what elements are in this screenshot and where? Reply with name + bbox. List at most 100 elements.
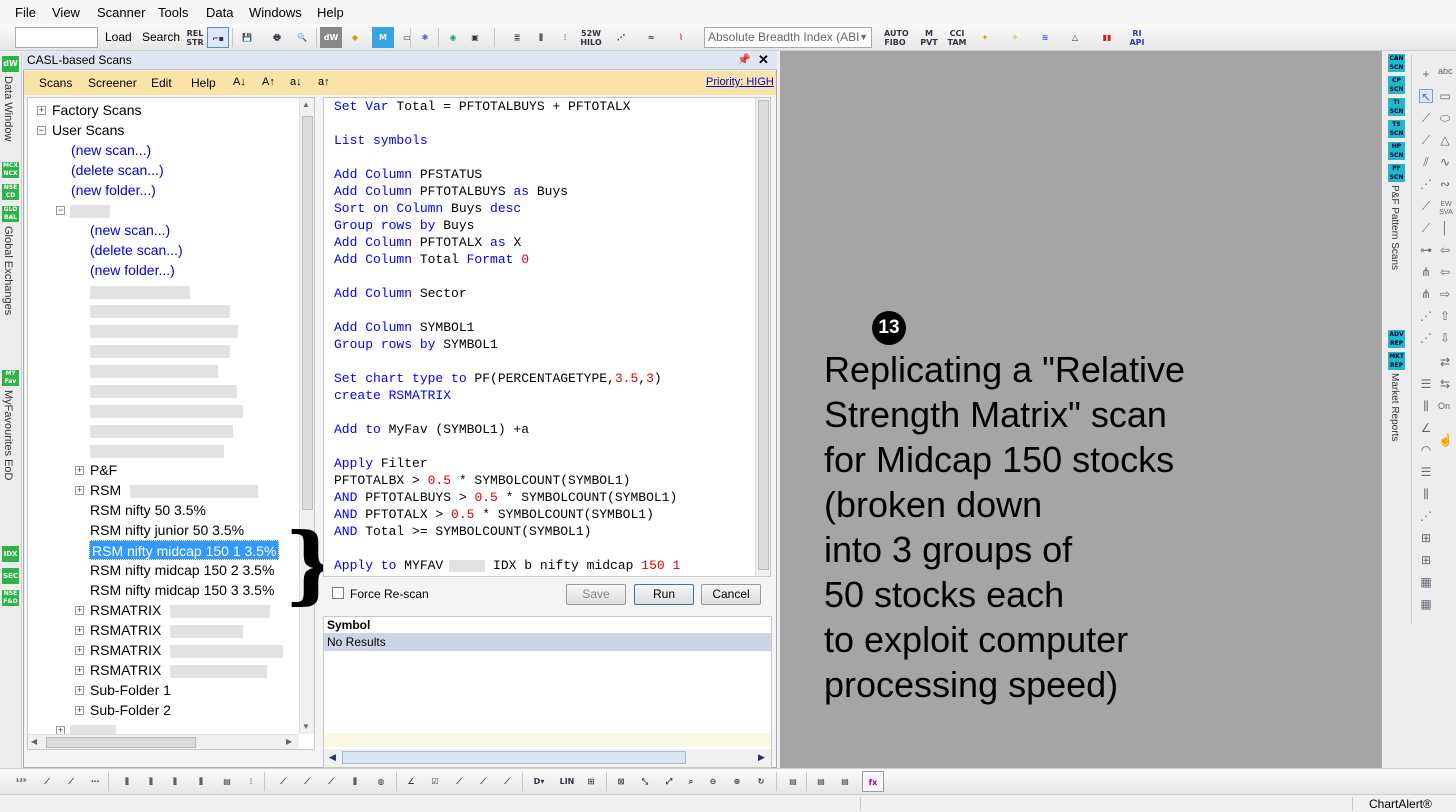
gann-tool-icon[interactable]: ⋰ <box>1419 309 1433 323</box>
table-tool-icon[interactable]: ▦ <box>1419 575 1433 589</box>
tree-hscrollbar[interactable]: ◀ ▶ <box>28 734 299 749</box>
idx-badge[interactable]: IDX <box>2 546 19 562</box>
sec-badge[interactable]: SEC <box>2 568 19 584</box>
bar-chart-icon[interactable]: ⫼ <box>530 27 552 48</box>
collapse-icon[interactable]: − <box>37 126 46 135</box>
ti-scn-badge[interactable]: TI SCN <box>1388 98 1405 116</box>
load-button[interactable]: Load <box>105 30 132 44</box>
run-button[interactable]: Run <box>634 584 694 605</box>
tool-hl-icon[interactable]: ⫶ <box>240 771 262 792</box>
tree-rsm-nifty-50[interactable]: RSM nifty 50 3.5% <box>90 500 206 520</box>
speed-tool-icon[interactable]: ☰ <box>1419 465 1433 479</box>
tool-notes-icon[interactable]: ▤ <box>782 771 804 792</box>
box-tool-icon[interactable]: ⊞ <box>1419 553 1433 567</box>
tree-pf[interactable]: P&F <box>90 460 117 480</box>
market-reports-tab[interactable]: Market Reports <box>1389 373 1400 441</box>
pin-icon[interactable]: 📌 <box>737 53 751 66</box>
mkt-rep-badge[interactable]: MKT REP <box>1388 352 1405 370</box>
on-tool-icon[interactable]: On <box>1438 401 1450 411</box>
ma-icon[interactable]: ⋰ <box>610 27 632 48</box>
arrow-up-tool-icon[interactable]: ⇧ <box>1438 309 1452 323</box>
diamond-icon[interactable]: ◆ <box>344 27 366 48</box>
crosshair-tool-icon[interactable]: + <box>1419 67 1433 81</box>
ma2-icon[interactable]: ≈ <box>640 27 662 48</box>
tool-abc2-icon[interactable]: ⟋ <box>472 771 494 792</box>
wave-icon[interactable]: ≋ <box>1034 27 1056 48</box>
symbol-input[interactable] <box>15 27 98 48</box>
tree-hscroll-thumb[interactable] <box>46 737 196 748</box>
results-header-symbol[interactable]: Symbol <box>324 617 771 633</box>
expand-icon[interactable]: + <box>75 646 84 655</box>
wave2-tool-icon[interactable]: ∾ <box>1438 177 1452 191</box>
tool-notes3-icon[interactable]: ▤ <box>834 771 856 792</box>
ew-sva-tool-icon[interactable]: EW SVA <box>1438 201 1454 217</box>
vline-tool-icon[interactable]: │ <box>1438 221 1452 235</box>
panel-menu-help[interactable]: Help <box>191 76 216 90</box>
expand-icon[interactable]: + <box>75 486 84 495</box>
tree-rsm-midcap-1-selected[interactable]: RSM nifty midcap 150 1 3.5% <box>89 540 280 560</box>
scroll-left-icon[interactable]: ◀ <box>31 737 37 746</box>
scroll-up-icon[interactable]: ▲ <box>302 100 310 109</box>
sl-tool-icon[interactable]: ⟋ <box>1419 199 1433 213</box>
tool-lin-icon[interactable]: LIN <box>556 771 578 792</box>
fan-tool-icon[interactable]: ⋰ <box>1419 177 1433 191</box>
mx-icon[interactable]: M <box>372 27 394 48</box>
tree-sub-new-scan[interactable]: (new scan...) <box>90 220 170 240</box>
table2-tool-icon[interactable]: ▦ <box>1419 597 1433 611</box>
collapse-icon[interactable]: − <box>56 206 65 215</box>
tool-diag2-icon[interactable]: ⟋ <box>296 771 318 792</box>
results-hscroll-thumb[interactable] <box>342 751 686 764</box>
print-icon[interactable]: 🖶 <box>266 27 288 48</box>
star2-icon[interactable]: ✧ <box>1004 27 1026 48</box>
tree-vscrollbar[interactable]: ▲ ▼ <box>299 98 314 734</box>
fork-tool-icon[interactable]: ⇆ <box>1438 377 1452 391</box>
tool-abc-icon[interactable]: ⟋ <box>36 771 58 792</box>
results-hscrollbar[interactable]: ◀ ▶ <box>324 749 771 767</box>
menu-file[interactable]: File <box>15 5 36 20</box>
tool-circle-bar-icon[interactable]: ◍ <box>370 771 392 792</box>
tree-rsmatrix-1[interactable]: RSMATRIX <box>90 600 161 620</box>
tool-bars2-icon[interactable]: ⫼ <box>140 771 162 792</box>
save-icon[interactable]: 💾 <box>236 27 258 48</box>
cancel-button[interactable]: Cancel <box>701 584 761 605</box>
vlines-tool-icon[interactable]: ⫼ <box>1419 399 1433 413</box>
ellipse-tool-icon[interactable]: ⬭ <box>1438 111 1452 125</box>
data-window-badge[interactable]: dW <box>2 56 19 72</box>
dw-icon[interactable]: dW <box>320 27 342 48</box>
pf-scn-badge[interactable]: PF SCN <box>1388 164 1405 182</box>
tool-035-icon[interactable]: ⋯ <box>84 771 106 792</box>
editor-vscrollbar[interactable] <box>755 98 770 576</box>
tree-rsmatrix-4[interactable]: RSMATRIX <box>90 660 161 680</box>
fib-tool-icon[interactable]: ⋰ <box>1419 331 1433 345</box>
can-scn-badge[interactable]: CAN SCN <box>1388 54 1405 72</box>
expand-icon[interactable]: + <box>75 666 84 675</box>
arrow-right-tool-icon[interactable]: ⇨ <box>1438 287 1452 301</box>
tool-grid-icon[interactable]: ⊞ <box>580 771 602 792</box>
tool-diag-icon[interactable]: ⟋ <box>272 771 294 792</box>
tool-fx-icon[interactable]: fx <box>862 771 884 792</box>
expand-icon[interactable]: + <box>75 706 84 715</box>
fanlines-tool-icon[interactable]: ⋰ <box>1419 509 1433 523</box>
arrow-left-tool-icon[interactable]: ⇦ <box>1438 243 1452 257</box>
tree-rsmatrix-3[interactable]: RSMATRIX <box>90 640 161 660</box>
casl-code-editor[interactable]: Set Var Total = PFTOTALBUYS + PFTOTALX L… <box>323 97 771 577</box>
menu-help[interactable]: Help <box>317 5 344 20</box>
segment-tool-icon[interactable]: ⊶ <box>1419 243 1433 257</box>
menu-view[interactable]: View <box>52 5 80 20</box>
tree-new-folder[interactable]: (new folder...) <box>71 180 156 200</box>
force-rescan-checkbox[interactable] <box>332 587 344 599</box>
auto-fibo-icon[interactable]: AUTO FIBO <box>884 27 909 48</box>
tool-d-icon[interactable]: D▾ <box>528 771 550 792</box>
zoom-icon[interactable]: 🔍 <box>291 27 313 48</box>
zoom-out-icon[interactable]: ⊖ <box>702 771 724 792</box>
close-icon[interactable]: ✕ <box>758 52 769 68</box>
line-chart-icon[interactable]: ≣ <box>506 27 528 48</box>
pf-chart-icon[interactable]: ⌐▪ <box>207 27 229 48</box>
panel-menu-screener[interactable]: Screener <box>88 76 137 90</box>
gear-icon[interactable]: ✱ <box>414 27 436 48</box>
cp-scn-badge[interactable]: CP SCN <box>1388 76 1405 94</box>
hvd-icon[interactable]: ⫶ <box>554 27 576 48</box>
tree-sub-delete-scan[interactable]: (delete scan...) <box>90 240 183 260</box>
scroll-left-icon[interactable]: ◀ <box>329 752 336 763</box>
wave-tool-icon[interactable]: ∿ <box>1438 155 1452 169</box>
